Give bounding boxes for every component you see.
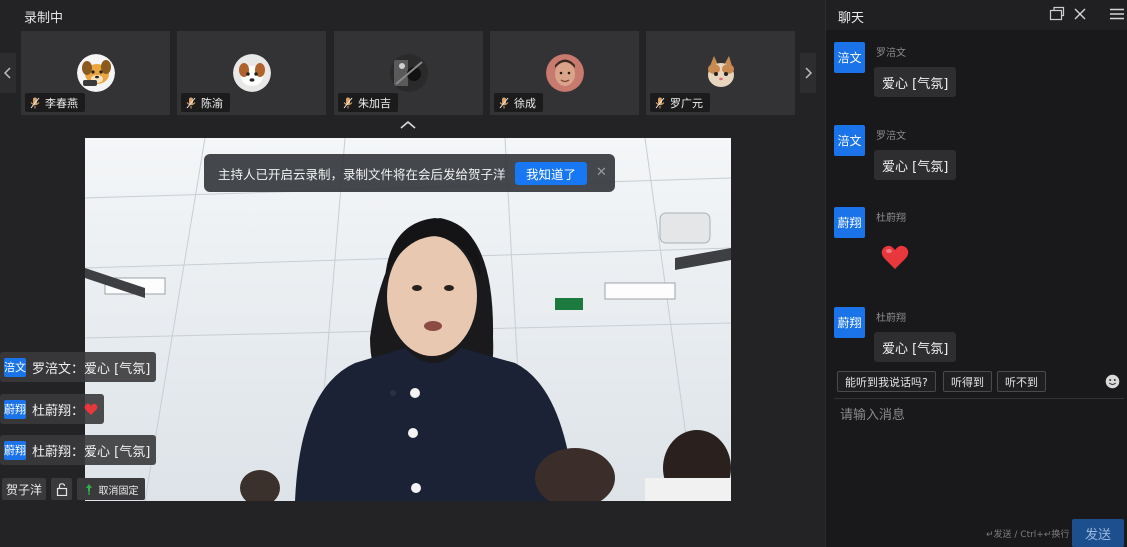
sender-avatar: 蔚翔 bbox=[834, 207, 865, 238]
acknowledge-button[interactable]: 我知道了 bbox=[515, 162, 587, 185]
participant-namebar: 陈渝 bbox=[181, 93, 230, 112]
overlay-chat-bubble: 蔚翔 杜蔚翔： bbox=[0, 394, 105, 424]
message-input[interactable]: 请输入消息 bbox=[840, 404, 905, 423]
menu-icon[interactable] bbox=[1109, 6, 1125, 22]
sender-avatar-tag: 蔚翔 bbox=[4, 440, 26, 460]
participant-tile[interactable]: 徐成 bbox=[490, 31, 639, 115]
dog-cartoon-avatar bbox=[77, 54, 115, 92]
participant-name: 朱加吉 bbox=[358, 96, 391, 110]
emoji-icon[interactable] bbox=[1105, 374, 1120, 389]
input-divider bbox=[834, 398, 1124, 399]
strip-prev-button[interactable] bbox=[0, 53, 16, 93]
lock-toggle-button[interactable] bbox=[51, 478, 72, 500]
participant-tile[interactable]: 李春燕 bbox=[21, 31, 170, 115]
quick-reply-button[interactable]: 听不到 bbox=[997, 371, 1046, 392]
participant-namebar: 罗广元 bbox=[650, 93, 710, 112]
chat-message: 涪文 罗涪文 爱心 [气氛] bbox=[834, 42, 1124, 102]
chat-title: 聊天 bbox=[838, 11, 865, 26]
microphone-icon bbox=[343, 97, 353, 108]
overlay-message-text: 杜蔚翔： bbox=[32, 403, 85, 419]
sender-name: 罗涪文 bbox=[876, 48, 906, 59]
meeting-area: 录制中 李春燕 陈渝 朱加吉 徐成 罗广元 主持人已开启云录制，录制文件将在会后… bbox=[0, 0, 825, 547]
quick-reply-button[interactable]: 听得到 bbox=[943, 371, 992, 392]
overlay-message-text: 杜蔚翔：爱心 [气氛] bbox=[32, 444, 151, 460]
participant-strip: 李春燕 陈渝 朱加吉 徐成 罗广元 bbox=[0, 31, 825, 115]
participant-name: 陈渝 bbox=[201, 96, 223, 110]
dog-photo-avatar bbox=[233, 54, 271, 92]
message-content: 爱心 [气氛] bbox=[874, 67, 957, 97]
heart-icon bbox=[881, 245, 909, 269]
participant-tile[interactable]: 陈渝 bbox=[177, 31, 326, 115]
overlay-chat-bubble: 涪文 罗涪文：爱心 [气氛] bbox=[0, 352, 157, 382]
pin-icon bbox=[85, 483, 92, 495]
participant-tile[interactable]: 罗广元 bbox=[646, 31, 795, 115]
sender-avatar: 蔚翔 bbox=[834, 307, 865, 338]
chat-message: 蔚翔 杜蔚翔 爱心 [气氛] bbox=[834, 307, 1124, 367]
chevron-left-icon bbox=[4, 67, 11, 79]
participant-namebar: 朱加吉 bbox=[338, 93, 398, 112]
chat-message: 涪文 罗涪文 爱心 [气氛] bbox=[834, 125, 1124, 185]
chat-panel: 聊天 涪文 罗涪文 爱心 [气氛] 涪文 罗涪文 爱心 [气氛] 蔚翔 杜蔚翔 … bbox=[825, 0, 1127, 547]
chevron-up-icon bbox=[400, 120, 416, 129]
unpin-button[interactable]: 取消固定 bbox=[77, 478, 145, 500]
chevron-right-icon bbox=[805, 67, 812, 79]
participant-namebar: 徐成 bbox=[494, 93, 543, 112]
speaker-video-frame bbox=[85, 138, 731, 501]
message-content: 爱心 [气氛] bbox=[874, 150, 957, 180]
heart-icon bbox=[84, 403, 98, 415]
meeting-window: 录制中 李春燕 陈渝 朱加吉 徐成 罗广元 主持人已开启云录制，录制文件将在会后… bbox=[0, 0, 1127, 547]
message-content: 爱心 [气氛] bbox=[874, 332, 957, 362]
microphone-icon bbox=[499, 97, 509, 108]
send-button[interactable]: 发送 bbox=[1072, 519, 1124, 547]
unlock-icon bbox=[56, 482, 67, 496]
sender-avatar-tag: 涪文 bbox=[4, 357, 26, 377]
sender-avatar: 涪文 bbox=[834, 125, 865, 156]
toast-message: 主持人已开启云录制，录制文件将在会后发给贺子洋 bbox=[218, 166, 506, 182]
send-shortcut-hint: ↵发送 / Ctrl+↵换行 bbox=[986, 530, 1070, 540]
sender-name: 杜蔚翔 bbox=[876, 213, 906, 224]
cat-photo-avatar bbox=[702, 54, 740, 92]
microphone-icon bbox=[186, 97, 196, 108]
participant-name: 罗广元 bbox=[670, 96, 703, 110]
sender-name: 杜蔚翔 bbox=[876, 313, 906, 324]
popout-window-icon[interactable] bbox=[1049, 6, 1065, 22]
sender-name: 罗涪文 bbox=[876, 131, 906, 142]
microphone-icon bbox=[30, 97, 40, 108]
sender-avatar: 涪文 bbox=[834, 42, 865, 73]
participant-name: 徐成 bbox=[514, 96, 536, 110]
overlay-message-text: 罗涪文：爱心 [气氛] bbox=[32, 361, 151, 377]
close-icon[interactable] bbox=[1072, 6, 1088, 22]
strip-next-button[interactable] bbox=[800, 53, 816, 93]
participant-name: 李春燕 bbox=[45, 96, 78, 110]
microphone-icon bbox=[655, 97, 665, 108]
dark-photo-avatar bbox=[390, 54, 428, 92]
overlay-chat-bubble: 蔚翔 杜蔚翔：爱心 [气氛] bbox=[0, 435, 157, 465]
unpin-label: 取消固定 bbox=[98, 485, 139, 497]
participant-tile[interactable]: 朱加吉 bbox=[334, 31, 483, 115]
chat-header: 聊天 bbox=[826, 0, 1127, 30]
chat-message: 蔚翔 杜蔚翔 bbox=[834, 207, 1124, 277]
participant-namebar: 李春燕 bbox=[25, 93, 85, 112]
recording-status-title: 录制中 bbox=[24, 11, 64, 26]
quick-reply-button[interactable]: 能听到我说话吗? bbox=[837, 371, 936, 392]
sender-avatar-tag: 蔚翔 bbox=[4, 399, 26, 419]
toast-close-icon[interactable]: ✕ bbox=[596, 165, 607, 180]
recording-toast: 主持人已开启云录制，录制文件将在会后发给贺子洋 我知道了 ✕ bbox=[204, 154, 615, 192]
main-video bbox=[85, 138, 731, 501]
speaker-name-label: 贺子洋 bbox=[2, 478, 46, 500]
person-photo-avatar bbox=[546, 54, 584, 92]
collapse-strip-button[interactable] bbox=[398, 117, 418, 133]
